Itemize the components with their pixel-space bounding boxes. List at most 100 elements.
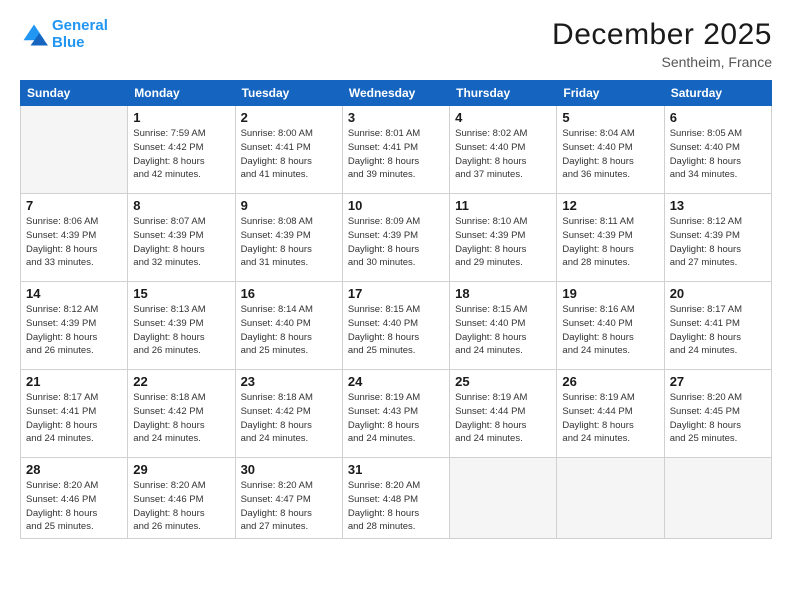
calendar-cell: 5 Sunrise: 8:04 AM Sunset: 4:40 PM Daylig…	[557, 106, 664, 194]
day-info: Sunrise: 8:12 AM Sunset: 4:39 PM Dayligh…	[670, 215, 766, 270]
calendar-cell: 31Sunrise: 8:20 AM Sunset: 4:48 PM Dayli…	[342, 458, 449, 539]
calendar-cell: 7 Sunrise: 8:06 AM Sunset: 4:39 PM Daylig…	[21, 194, 128, 282]
day-number: 25	[455, 374, 551, 389]
day-info: Sunrise: 8:15 AM Sunset: 4:40 PM Dayligh…	[455, 303, 551, 358]
day-number: 2	[241, 110, 337, 125]
day-number: 7	[26, 198, 122, 213]
calendar-cell: 27 Sunrise: 8:20 AM Sunset: 4:45 PM Dayli…	[664, 370, 771, 458]
day-number: 1	[133, 110, 229, 125]
day-info: Sunrise: 8:19 AM Sunset: 4:43 PM Dayligh…	[348, 391, 444, 446]
logo-line2: Blue	[52, 35, 108, 52]
calendar-cell: 18 Sunrise: 8:15 AM Sunset: 4:40 PM Dayli…	[450, 282, 557, 370]
day-info: Sunrise: 8:19 AM Sunset: 4:44 PM Dayligh…	[562, 391, 658, 446]
calendar-cell: 17 Sunrise: 8:15 AM Sunset: 4:40 PM Dayli…	[342, 282, 449, 370]
day-info: Sunrise: 8:08 AM Sunset: 4:39 PM Dayligh…	[241, 215, 337, 270]
calendar-table: SundayMondayTuesdayWednesdayThursdayFrid…	[20, 80, 772, 539]
day-info: Sunrise: 8:16 AM Sunset: 4:40 PM Dayligh…	[562, 303, 658, 358]
day-info: Sunrise: 8:20 AM Sunset: 4:46 PM Dayligh…	[133, 479, 229, 534]
day-number: 30	[241, 462, 337, 477]
calendar-cell: 12 Sunrise: 8:11 AM Sunset: 4:39 PM Dayli…	[557, 194, 664, 282]
calendar-cell: 16 Sunrise: 8:14 AM Sunset: 4:40 PM Dayli…	[235, 282, 342, 370]
day-info: Sunrise: 8:20 AM Sunset: 4:45 PM Dayligh…	[670, 391, 766, 446]
calendar-weekday-friday: Friday	[557, 81, 664, 106]
day-info: Sunrise: 8:19 AM Sunset: 4:44 PM Dayligh…	[455, 391, 551, 446]
day-number: 10	[348, 198, 444, 213]
logo: General Blue	[20, 18, 108, 51]
day-number: 12	[562, 198, 658, 213]
day-info: Sunrise: 8:13 AM Sunset: 4:39 PM Dayligh…	[133, 303, 229, 358]
day-info: Sunrise: 8:05 AM Sunset: 4:40 PM Dayligh…	[670, 127, 766, 182]
calendar-cell: 11Sunrise: 8:10 AM Sunset: 4:39 PM Dayli…	[450, 194, 557, 282]
day-info: Sunrise: 8:01 AM Sunset: 4:41 PM Dayligh…	[348, 127, 444, 182]
calendar-cell: 4 Sunrise: 8:02 AM Sunset: 4:40 PM Daylig…	[450, 106, 557, 194]
calendar-weekday-monday: Monday	[128, 81, 235, 106]
day-number: 26	[562, 374, 658, 389]
calendar-cell: 20 Sunrise: 8:17 AM Sunset: 4:41 PM Dayli…	[664, 282, 771, 370]
calendar-cell: 19 Sunrise: 8:16 AM Sunset: 4:40 PM Dayli…	[557, 282, 664, 370]
calendar-cell: 29 Sunrise: 8:20 AM Sunset: 4:46 PM Dayli…	[128, 458, 235, 539]
day-info: Sunrise: 8:20 AM Sunset: 4:47 PM Dayligh…	[241, 479, 337, 534]
day-number: 14	[26, 286, 122, 301]
day-number: 22	[133, 374, 229, 389]
day-info: Sunrise: 8:00 AM Sunset: 4:41 PM Dayligh…	[241, 127, 337, 182]
day-number: 9	[241, 198, 337, 213]
calendar-cell: 3 Sunrise: 8:01 AM Sunset: 4:41 PM Daylig…	[342, 106, 449, 194]
page: General Blue December 2025 Sentheim, Fra…	[0, 0, 792, 612]
calendar-cell: 24Sunrise: 8:19 AM Sunset: 4:43 PM Dayli…	[342, 370, 449, 458]
logo-line1: General	[52, 17, 108, 34]
calendar-cell: 25 Sunrise: 8:19 AM Sunset: 4:44 PM Dayli…	[450, 370, 557, 458]
day-number: 31	[348, 462, 444, 477]
location-subtitle: Sentheim, France	[552, 54, 772, 70]
day-number: 4	[455, 110, 551, 125]
calendar-cell	[21, 106, 128, 194]
day-number: 11	[455, 198, 551, 213]
day-number: 21	[26, 374, 122, 389]
day-number: 20	[670, 286, 766, 301]
calendar-cell: 10 Sunrise: 8:09 AM Sunset: 4:39 PM Dayli…	[342, 194, 449, 282]
day-number: 29	[133, 462, 229, 477]
day-number: 17	[348, 286, 444, 301]
calendar-week-row: 28 Sunrise: 8:20 AM Sunset: 4:46 PM Dayli…	[21, 458, 772, 539]
day-info: Sunrise: 8:02 AM Sunset: 4:40 PM Dayligh…	[455, 127, 551, 182]
calendar-week-row: 7 Sunrise: 8:06 AM Sunset: 4:39 PM Daylig…	[21, 194, 772, 282]
calendar-cell: 21 Sunrise: 8:17 AM Sunset: 4:41 PM Dayli…	[21, 370, 128, 458]
day-number: 3	[348, 110, 444, 125]
calendar-cell	[557, 458, 664, 539]
title-block: December 2025 Sentheim, France	[552, 18, 772, 70]
day-info: Sunrise: 8:18 AM Sunset: 4:42 PM Dayligh…	[241, 391, 337, 446]
calendar-cell: 6 Sunrise: 8:05 AM Sunset: 4:40 PM Daylig…	[664, 106, 771, 194]
day-info: Sunrise: 8:17 AM Sunset: 4:41 PM Dayligh…	[670, 303, 766, 358]
day-number: 16	[241, 286, 337, 301]
calendar-cell: 14 Sunrise: 8:12 AM Sunset: 4:39 PM Dayli…	[21, 282, 128, 370]
day-number: 27	[670, 374, 766, 389]
day-number: 5	[562, 110, 658, 125]
day-info: Sunrise: 8:09 AM Sunset: 4:39 PM Dayligh…	[348, 215, 444, 270]
day-info: Sunrise: 8:04 AM Sunset: 4:40 PM Dayligh…	[562, 127, 658, 182]
calendar-cell: 23Sunrise: 8:18 AM Sunset: 4:42 PM Dayli…	[235, 370, 342, 458]
logo-icon	[20, 21, 48, 49]
calendar-cell: 26 Sunrise: 8:19 AM Sunset: 4:44 PM Dayli…	[557, 370, 664, 458]
day-info: Sunrise: 8:06 AM Sunset: 4:39 PM Dayligh…	[26, 215, 122, 270]
day-number: 28	[26, 462, 122, 477]
calendar-cell: 28Sunrise: 8:20 AM Sunset: 4:46 PM Dayli…	[21, 458, 128, 539]
month-title: December 2025	[552, 18, 772, 52]
calendar-cell	[664, 458, 771, 539]
calendar-cell: 8Sunrise: 8:07 AM Sunset: 4:39 PM Daylig…	[128, 194, 235, 282]
calendar-cell	[450, 458, 557, 539]
day-info: Sunrise: 8:17 AM Sunset: 4:41 PM Dayligh…	[26, 391, 122, 446]
day-info: Sunrise: 8:12 AM Sunset: 4:39 PM Dayligh…	[26, 303, 122, 358]
day-number: 19	[562, 286, 658, 301]
day-info: Sunrise: 8:14 AM Sunset: 4:40 PM Dayligh…	[241, 303, 337, 358]
day-number: 18	[455, 286, 551, 301]
day-info: Sunrise: 8:07 AM Sunset: 4:39 PM Dayligh…	[133, 215, 229, 270]
day-info: Sunrise: 8:18 AM Sunset: 4:42 PM Dayligh…	[133, 391, 229, 446]
calendar-weekday-wednesday: Wednesday	[342, 81, 449, 106]
calendar-weekday-sunday: Sunday	[21, 81, 128, 106]
day-info: Sunrise: 8:15 AM Sunset: 4:40 PM Dayligh…	[348, 303, 444, 358]
calendar-weekday-tuesday: Tuesday	[235, 81, 342, 106]
calendar-cell: 2 Sunrise: 8:00 AM Sunset: 4:41 PM Daylig…	[235, 106, 342, 194]
calendar-week-row: 14 Sunrise: 8:12 AM Sunset: 4:39 PM Dayli…	[21, 282, 772, 370]
day-number: 15	[133, 286, 229, 301]
day-info: Sunrise: 8:11 AM Sunset: 4:39 PM Dayligh…	[562, 215, 658, 270]
day-number: 6	[670, 110, 766, 125]
